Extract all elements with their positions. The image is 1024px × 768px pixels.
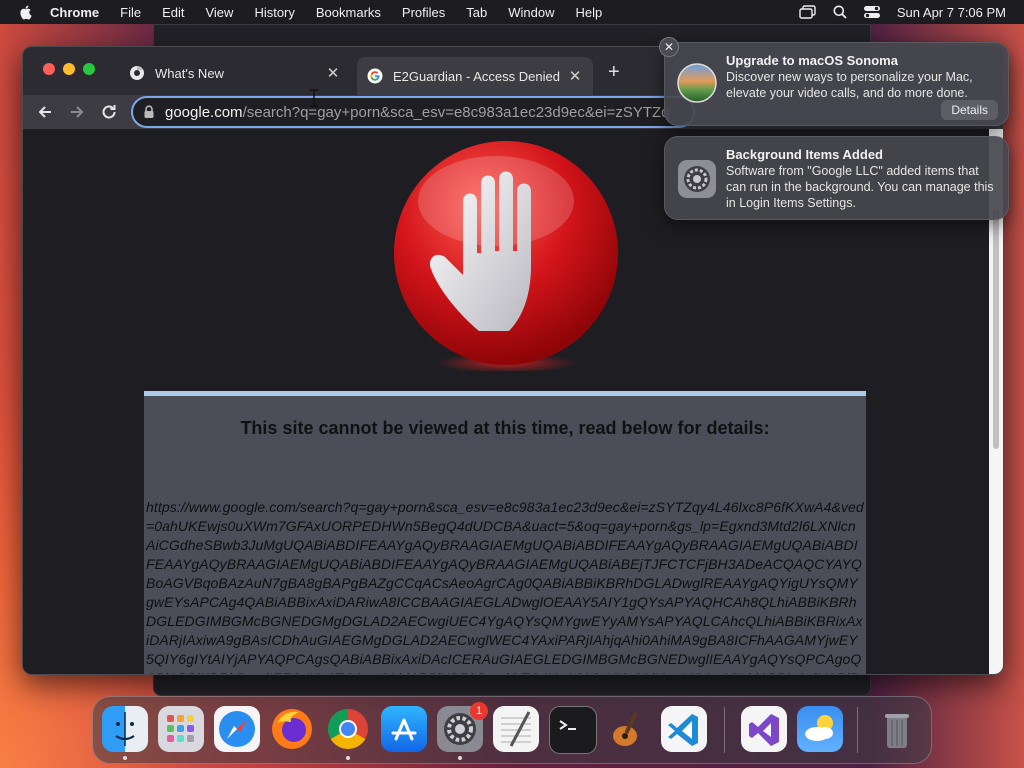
screen-mirroring-icon[interactable] (799, 5, 817, 19)
zoom-window-button[interactable] (83, 63, 95, 75)
apple-menu-icon[interactable] (18, 4, 34, 20)
textedit-icon[interactable] (493, 706, 539, 752)
dock-separator (857, 707, 858, 753)
visual-studio-icon[interactable] (741, 706, 787, 752)
google-chrome-icon[interactable] (325, 706, 371, 752)
trash-icon[interactable] (874, 706, 920, 752)
dock: 1 (92, 696, 932, 764)
settings-notification-badge: 1 (470, 702, 488, 720)
tab-whats-new[interactable]: What's New ✕ (119, 57, 351, 89)
tab-label: E2Guardian - Access Denied (393, 68, 560, 84)
blocked-url-text: https://www.google.com/search?q=gay+porn… (146, 499, 864, 674)
notification-background-items[interactable]: Background Items Added Software from "Go… (664, 136, 1009, 220)
notification-close-icon[interactable]: ✕ (659, 37, 679, 57)
notification-body: Software from "Google LLC" added items t… (726, 164, 994, 210)
finder-icon[interactable] (102, 706, 148, 752)
menu-file[interactable]: File (120, 5, 141, 20)
denied-panel: This site cannot be viewed at this time,… (144, 391, 866, 674)
menu-bookmarks[interactable]: Bookmarks (316, 5, 381, 20)
close-window-button[interactable] (43, 63, 55, 75)
spotlight-search-icon[interactable] (833, 5, 847, 19)
terminal-icon[interactable] (549, 706, 597, 754)
app-store-icon[interactable] (381, 706, 427, 752)
visual-studio-code-icon[interactable] (661, 706, 707, 752)
address-host: google.com (165, 103, 243, 121)
scrollbar-thumb[interactable] (993, 209, 999, 449)
running-indicator (123, 756, 127, 760)
menu-app-name[interactable]: Chrome (50, 5, 99, 20)
details-button[interactable]: Details (941, 100, 998, 120)
tab-close-icon[interactable]: ✕ (567, 67, 583, 85)
control-center-icon[interactable] (863, 5, 881, 19)
address-bar[interactable]: google.com/search?q=gay+porn&sca_esv=e8c… (131, 96, 695, 128)
page-title: This site cannot be viewed at this time,… (240, 418, 770, 438)
notification-title: Upgrade to macOS Sonoma (726, 53, 898, 68)
back-arrow-icon[interactable] (35, 102, 55, 122)
notification-macos-upgrade[interactable]: Upgrade to macOS Sonoma Discover new way… (664, 42, 1009, 126)
google-favicon-icon (367, 68, 383, 84)
minimize-window-button[interactable] (63, 63, 75, 75)
forward-arrow-icon[interactable] (67, 102, 87, 122)
garageband-icon[interactable] (605, 706, 651, 752)
lock-icon[interactable] (143, 105, 155, 119)
menu-clock[interactable]: Sun Apr 7 7:06 PM (897, 5, 1006, 20)
dock-separator (724, 707, 725, 753)
running-indicator (346, 756, 350, 760)
safari-icon[interactable] (214, 706, 260, 752)
stop-hand-icon (394, 141, 618, 371)
text-cursor-icon (310, 89, 318, 107)
new-tab-button[interactable]: + (608, 61, 620, 84)
menu-bar: Chrome File Edit View History Bookmarks … (0, 0, 1024, 24)
running-indicator (458, 756, 462, 760)
launchpad-icon[interactable] (158, 706, 204, 752)
menu-window[interactable]: Window (508, 5, 554, 20)
menu-history[interactable]: History (254, 5, 294, 20)
system-settings-gear-icon (678, 160, 716, 198)
tab-label: What's New (155, 65, 224, 81)
firefox-icon[interactable] (269, 706, 315, 752)
notification-body: Discover new ways to personalize your Ma… (726, 70, 973, 100)
menu-edit[interactable]: Edit (162, 5, 184, 20)
notification-title: Background Items Added (726, 147, 883, 162)
chrome-favicon-icon (130, 66, 144, 80)
address-path: /search?q=gay+porn&sca_esv=e8c983a1ec23d… (242, 103, 670, 121)
menu-profiles[interactable]: Profiles (402, 5, 445, 20)
macos-sonoma-icon (677, 63, 717, 103)
tab-access-denied[interactable]: E2Guardian - Access Denied ✕ (357, 57, 593, 95)
tab-close-icon[interactable]: ✕ (325, 64, 341, 82)
weather-icon[interactable] (797, 706, 843, 752)
menu-help[interactable]: Help (576, 5, 603, 20)
menu-tab[interactable]: Tab (466, 5, 487, 20)
reload-icon[interactable] (99, 102, 119, 122)
menu-view[interactable]: View (205, 5, 233, 20)
